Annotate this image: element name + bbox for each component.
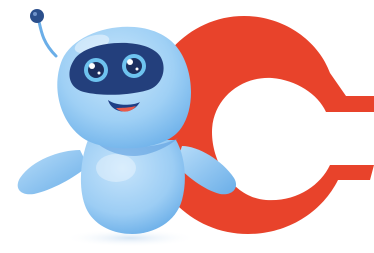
illustration-canvas: [0, 0, 374, 253]
left-eye-icon: [84, 58, 108, 82]
antenna: [30, 9, 58, 58]
robot-left-arm: [17, 150, 88, 195]
right-eye-icon: [122, 54, 146, 78]
robot-mascot-illustration: [17, 9, 374, 247]
antenna-ball-icon: [30, 9, 44, 23]
